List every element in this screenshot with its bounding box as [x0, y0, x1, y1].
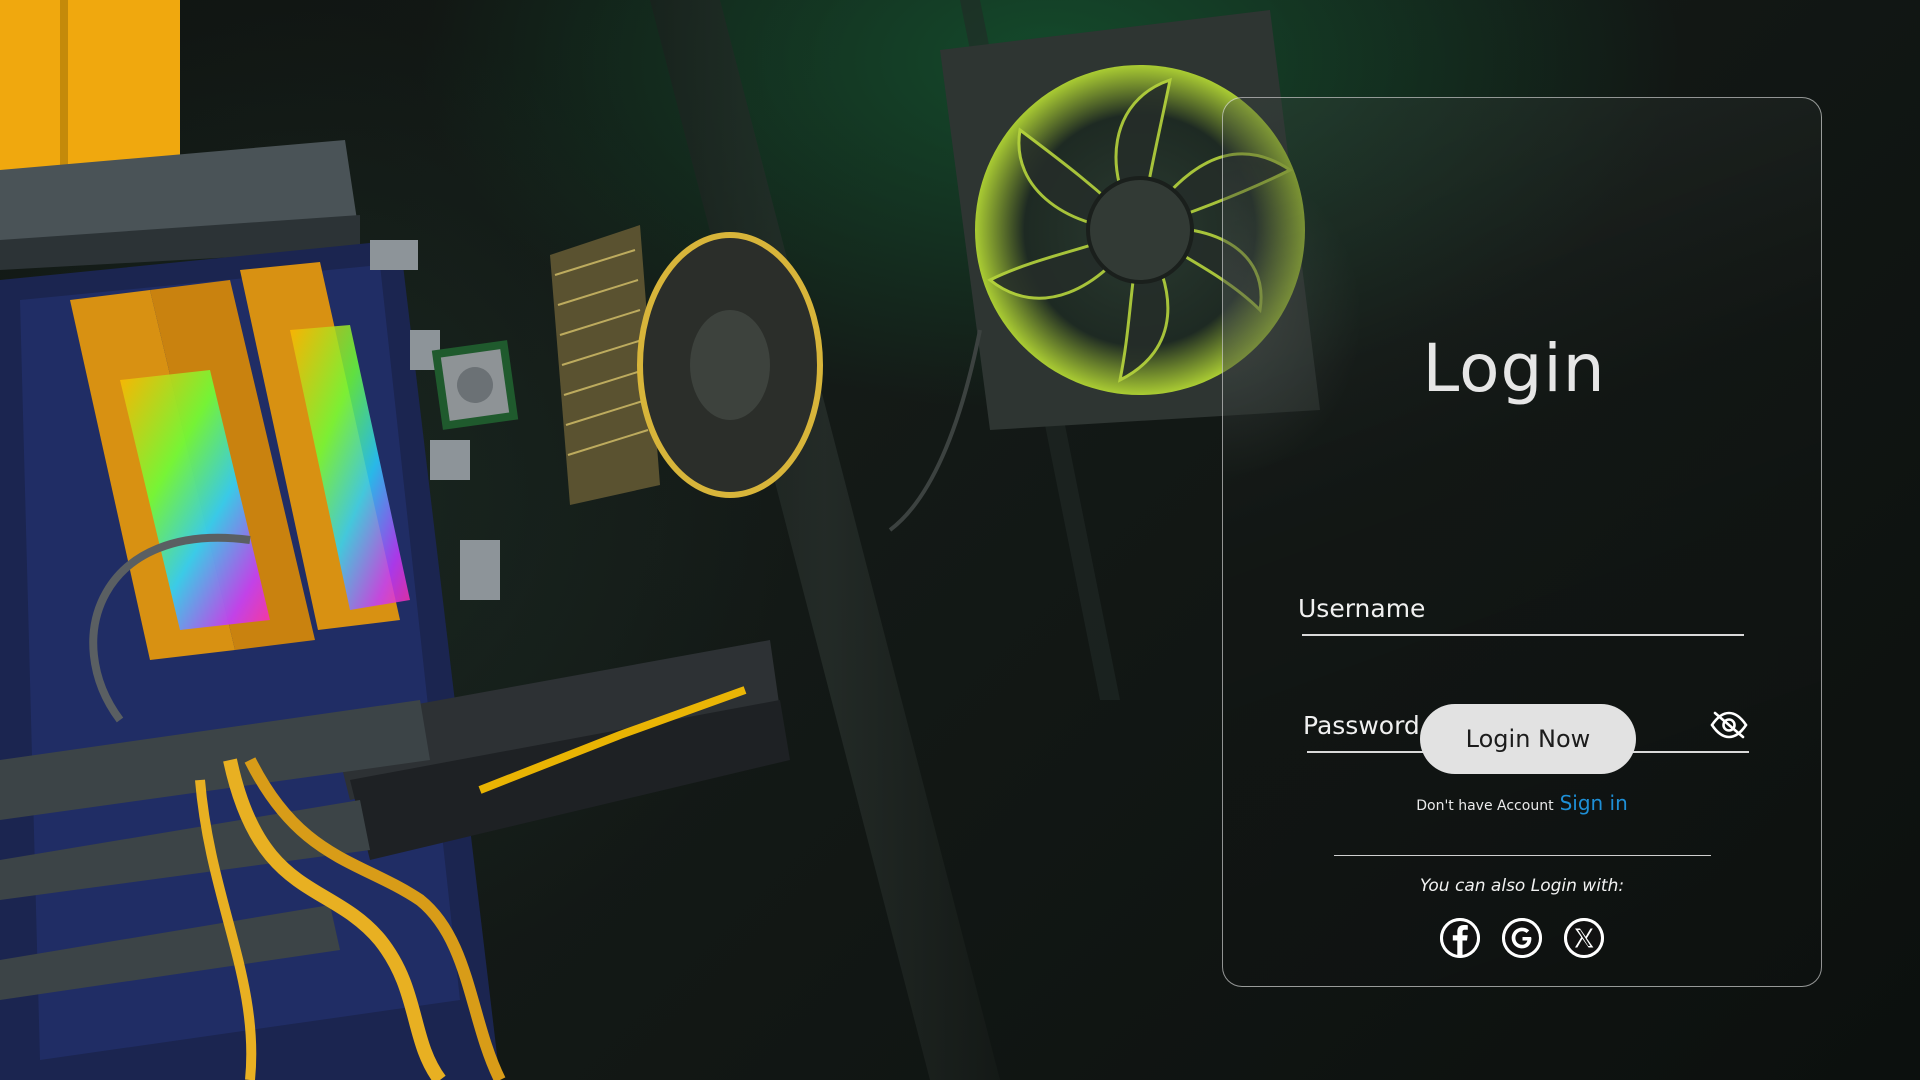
social-login-row	[1223, 918, 1821, 958]
username-input[interactable]	[1298, 582, 1740, 634]
sign-in-link[interactable]: Sign in	[1560, 791, 1628, 815]
login-title: Login	[1422, 330, 1606, 407]
eye-off-icon[interactable]	[1709, 709, 1749, 741]
login-now-button[interactable]: Login Now	[1420, 704, 1636, 774]
x-login-button[interactable]	[1564, 918, 1604, 958]
google-icon	[1502, 918, 1542, 958]
alternative-login-text: You can also Login with:	[1419, 876, 1625, 896]
facebook-icon	[1440, 918, 1480, 958]
divider	[1334, 855, 1711, 856]
username-field-wrapper	[1298, 582, 1744, 636]
no-account-text: Don't have Account	[1416, 798, 1554, 814]
signup-row: Don't have Account Sign in	[1223, 791, 1821, 815]
facebook-login-button[interactable]	[1440, 918, 1480, 958]
login-card: Login Login Now Don't have Account Sign i…	[1222, 97, 1822, 987]
x-icon	[1564, 918, 1604, 958]
login-page: Login Login Now Don't have Account Sign i…	[0, 0, 1920, 1080]
google-login-button[interactable]	[1502, 918, 1542, 958]
